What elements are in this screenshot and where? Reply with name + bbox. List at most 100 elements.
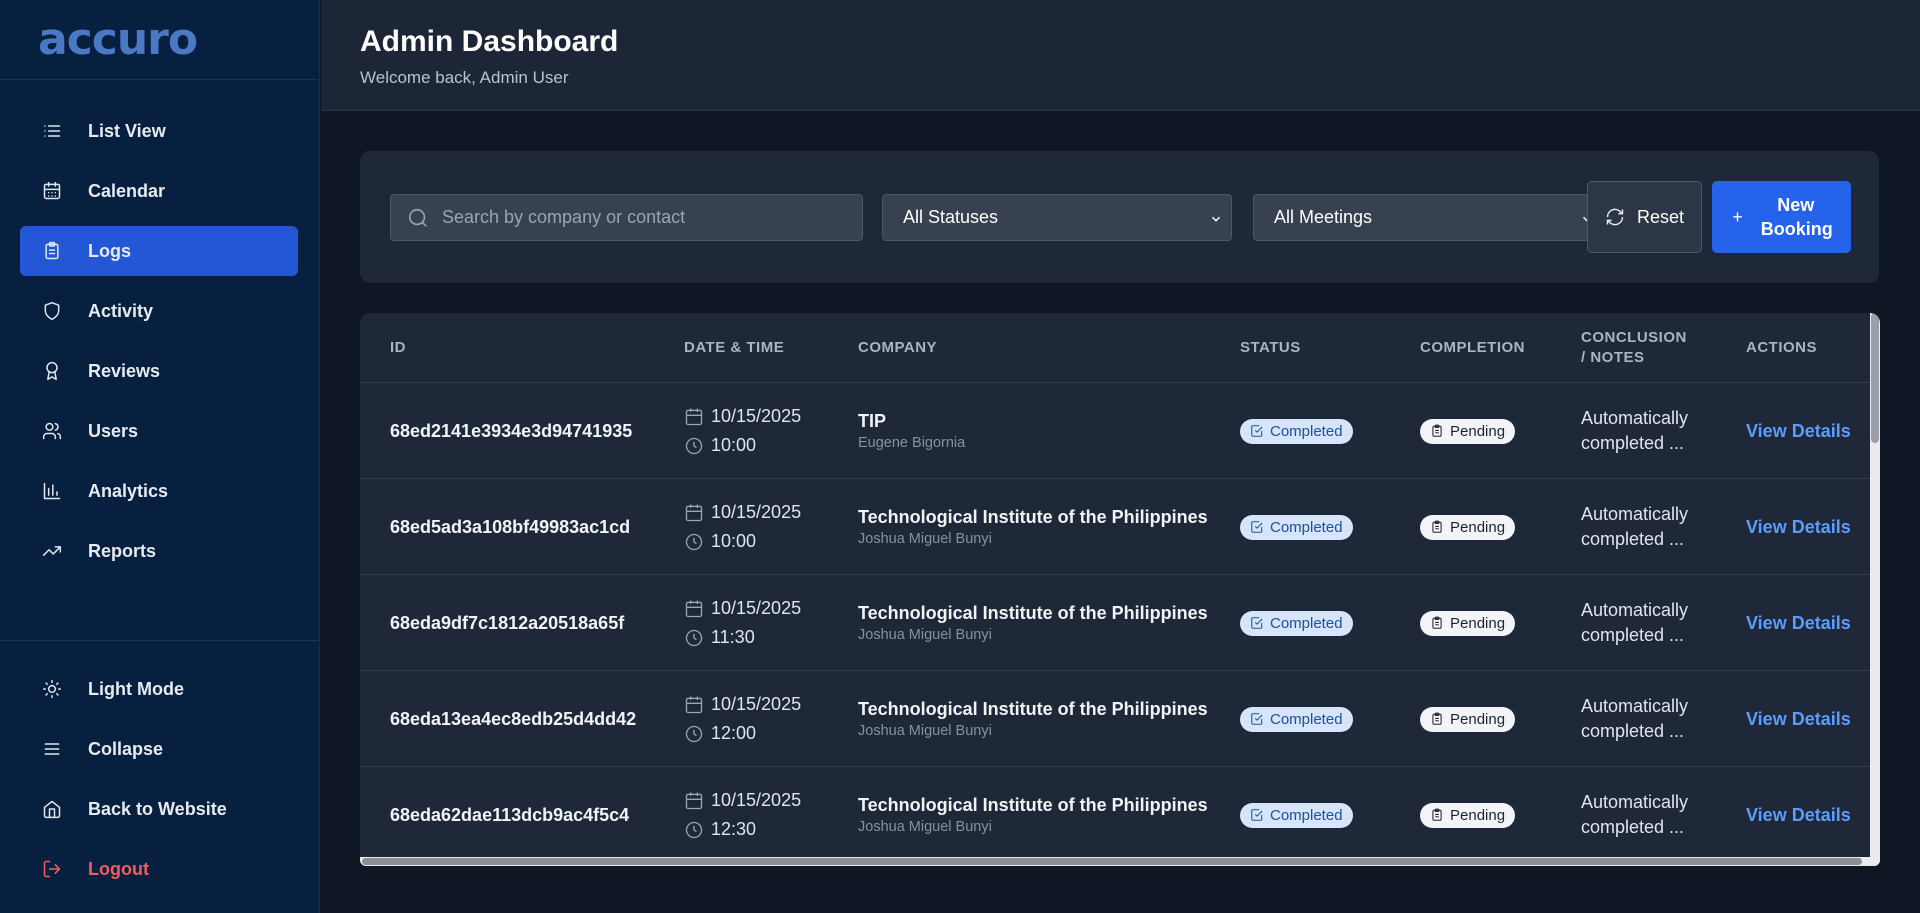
completion-cell: Pending [1420,383,1516,479]
view-details-link[interactable]: View Details [1746,671,1851,767]
page-title: Admin Dashboard [360,25,619,58]
booking-company: Technological Institute of the Philippin… [858,671,1208,767]
calendar-icon [685,504,703,521]
calendar-icon [685,600,703,617]
view-details-link[interactable]: View Details [1746,767,1851,863]
column-header-status[interactable]: STATUS [1240,313,1301,383]
clipboard-icon [1432,616,1442,629]
view-details-link[interactable]: View Details [1746,575,1851,671]
view-details-link[interactable]: View Details [1746,383,1851,479]
search-box[interactable] [390,194,863,241]
search-input[interactable] [442,207,842,228]
time-line: 11:30 [684,623,755,652]
table-row[interactable]: 68ed5ad3a108bf49983ac1cd 10/15/2025 10:0… [360,479,1870,575]
sidebar-item-label: Analytics [88,480,169,501]
column-header-datetime[interactable]: DATE & TIME [684,313,784,383]
scrollbar-thumb[interactable] [362,858,1862,865]
meetings-filter-select[interactable]: All Meetings [1253,194,1603,241]
sidebar-item-label: Collapse [88,738,164,759]
booking-company: Technological Institute of the Philippin… [858,575,1208,671]
status-badge: Completed [1240,514,1353,540]
booking-id: 68ed5ad3a108bf49983ac1cd [390,516,631,537]
refresh-icon [1606,208,1624,226]
status-cell: Completed [1240,575,1353,671]
conclusion-notes: Automatically completed ... [1581,600,1689,645]
booking-time: 10:00 [711,435,757,455]
logout-button[interactable]: Logout [20,844,298,894]
company-name: TIP [858,410,887,431]
filter-bar: All Statuses All Meetings Reset + New Bo… [360,151,1879,283]
scrollbar-thumb[interactable] [1871,313,1879,443]
award-icon [40,359,64,383]
contact-name: Joshua Miguel Bunyi [858,530,992,547]
sidebar-nav: List View Calendar Logs Activity Reviews… [20,106,298,586]
status-badge-label: Completed [1270,518,1343,536]
column-header-completion[interactable]: COMPLETION [1420,313,1525,383]
users-icon [40,419,64,443]
bookings-table: ID DATE & TIME COMPANY STATUS COMPLETION… [360,313,1880,866]
new-booking-button[interactable]: + New Booking [1712,181,1851,253]
sidebar-item-label: Light Mode [88,678,184,699]
booking-id: 68ed2141e3934e3d94741935 [390,420,633,441]
booking-time: 11:30 [711,627,755,647]
sidebar-item-label: Calendar [88,180,166,201]
sidebar-item-logs[interactable]: Logs [20,226,298,276]
completion-badge-label: Pending [1450,614,1506,632]
time-line: 10:00 [684,431,756,460]
vertical-scrollbar[interactable] [1870,313,1880,866]
sidebar-item-reviews[interactable]: Reviews [20,346,298,396]
plus-icon: + [1732,206,1743,227]
sidebar-item-users[interactable]: Users [20,406,298,456]
table-row[interactable]: 68ed2141e3934e3d94741935 10/15/2025 10:0… [360,383,1870,479]
table-row[interactable]: 68eda9df7c1812a20518a65f 10/15/2025 11:3… [360,575,1870,671]
completion-cell: Pending [1420,575,1516,671]
chevron-down-icon [1209,210,1223,224]
back-to-website-link[interactable]: Back to Website [20,784,298,834]
logo[interactable]: accuro [0,0,319,80]
clipboard-icon [1432,712,1442,725]
booking-time: 12:00 [711,723,757,743]
conclusion-notes: Automatically completed ... [1581,792,1689,837]
status-badge-label: Completed [1270,422,1343,440]
clipboard-icon [1432,424,1442,437]
sidebar-item-analytics[interactable]: Analytics [20,466,298,516]
sidebar-item-calendar[interactable]: Calendar [20,166,298,216]
date-line: 10/15/2025 [684,690,801,719]
contact-name: Eugene Bigornia [858,434,966,451]
column-header-id[interactable]: ID [390,313,406,383]
completion-badge: Pending [1420,418,1516,444]
shield-icon [40,299,64,323]
light-mode-toggle[interactable]: Light Mode [20,664,298,714]
table-header: ID DATE & TIME COMPANY STATUS COMPLETION… [360,313,1870,383]
completion-badge: Pending [1420,514,1516,540]
booking-datetime: 10/15/2025 12:00 [684,671,801,767]
sidebar-item-label: Activity [88,300,154,321]
column-header-company[interactable]: COMPANY [858,313,937,383]
table-row[interactable]: 68eda62dae113dcb9ac4f5c4 10/15/2025 12:3… [360,767,1870,863]
booking-date: 10/15/2025 [711,790,802,810]
contact-name: Joshua Miguel Bunyi [858,818,992,835]
calendar-icon [685,696,703,713]
check-square-icon [1251,713,1263,725]
completion-badge: Pending [1420,610,1516,636]
sidebar-item-reports[interactable]: Reports [20,526,298,576]
column-header-conclusion[interactable]: CONCLUSION / NOTES [1581,313,1691,383]
status-cell: Completed [1240,479,1353,575]
clipboard-icon [1432,520,1442,533]
clock-icon [685,629,703,646]
status-badge-label: Completed [1270,710,1343,728]
sidebar-item-list-view[interactable]: List View [20,106,298,156]
reset-button[interactable]: Reset [1587,181,1702,253]
status-badge: Completed [1240,418,1353,444]
menu-icon [40,737,64,761]
status-filter-select[interactable]: All Statuses [882,194,1232,241]
time-line: 10:00 [684,527,756,556]
completion-badge: Pending [1420,802,1516,828]
view-details-link[interactable]: View Details [1746,479,1851,575]
horizontal-scrollbar[interactable] [360,857,1880,866]
sidebar-bottom-nav: Light Mode Collapse Back to Website Logo… [20,664,298,904]
clipboard-icon [1432,808,1442,821]
sidebar-item-activity[interactable]: Activity [20,286,298,336]
table-row[interactable]: 68eda13ea4ec8edb25d4dd42 10/15/2025 12:0… [360,671,1870,767]
collapse-button[interactable]: Collapse [20,724,298,774]
